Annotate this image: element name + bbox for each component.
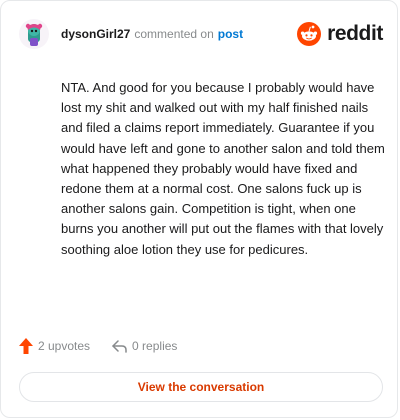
comment-actions: 2 upvotes 0 replies [19,338,177,354]
upvote-button[interactable]: 2 upvotes [19,338,90,354]
comment-header: dysonGirl27 commented on post reddit [19,17,383,51]
reply-button[interactable]: 0 replies [112,339,177,353]
snoo-avatar-icon[interactable] [19,19,49,49]
reddit-snoo-icon [297,22,322,46]
comment-body: NTA. And good for you because I probably… [61,80,385,257]
view-conversation-button[interactable]: View the conversation [19,372,383,402]
upvote-count: 2 upvotes [38,339,91,353]
comment-action-text: commented on [134,27,214,41]
comment-meta: dysonGirl27 commented on post [61,27,243,41]
upvote-arrow-icon [19,338,33,354]
username-link[interactable]: dysonGirl27 [61,27,130,41]
post-link[interactable]: post [218,27,243,41]
reply-arrow-icon [112,339,127,353]
reddit-wordmark: reddit [327,22,383,45]
comment-card: dysonGirl27 commented on post reddit NTA… [0,0,398,418]
reddit-logo[interactable]: reddit [297,22,383,46]
reply-count: 0 replies [132,339,178,353]
